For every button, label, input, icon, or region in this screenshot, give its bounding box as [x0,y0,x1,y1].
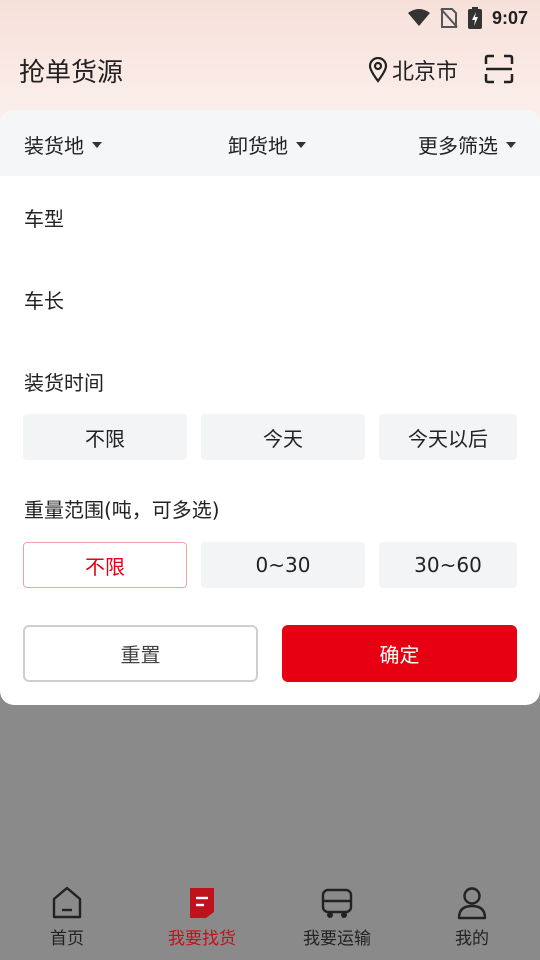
caret-down-icon [506,141,516,148]
load-time-option[interactable]: 今天以后 [379,414,517,460]
load-time-option[interactable]: 不限 [23,414,187,460]
caret-down-icon [296,141,306,148]
load-time-option[interactable]: 今天 [201,414,365,460]
location-selector[interactable]: 北京市 [368,54,458,86]
nav-label: 我要运输 [303,929,371,949]
tab-unloading-place[interactable]: 卸货地 [228,130,306,159]
truck-icon [321,888,353,918]
tab-more-filters[interactable]: 更多筛选 [418,130,516,159]
nav-item-transport[interactable]: 我要运输 [282,886,392,949]
filter-panel: 装货地 卸货地 更多筛选 车型 车长 装货时间 不限 今天 今天以后 重量范围(… [0,110,540,705]
weight-option[interactable]: 0~30 [201,542,365,588]
app-header: 抢单货源 北京市 [0,44,540,96]
wifi-icon [407,9,430,26]
nav-item-find-goods[interactable]: 我要找货 [147,886,257,949]
find-goods-icon [190,888,214,918]
scan-icon[interactable] [484,54,514,84]
location-label: 北京市 [392,60,459,85]
confirm-button[interactable]: 确定 [282,625,517,682]
page-title: 抢单货源 [19,58,124,88]
weight-option[interactable]: 30~60 [379,542,517,588]
location-pin-icon [368,57,388,83]
vehicle-length-label: 车长 [24,289,64,313]
tab-loading-place[interactable]: 装货地 [24,130,102,159]
reset-button[interactable]: 重置 [23,625,258,682]
tab-label: 卸货地 [228,134,288,158]
nav-label: 我要找货 [168,929,236,949]
nav-label: 首页 [50,929,84,949]
vehicle-type-label: 车型 [24,207,64,231]
profile-icon [457,887,487,920]
clock: 9:07 [491,7,528,28]
nav-item-home[interactable]: 首页 [12,886,122,949]
nav-label: 我的 [455,929,489,949]
home-icon [52,886,82,919]
weight-option-selected[interactable]: 不限 [23,542,187,588]
tab-label: 装货地 [24,134,84,158]
filter-tab-bar: 装货地 卸货地 更多筛选 [0,110,540,176]
caret-down-icon [92,141,102,148]
battery-icon [467,7,482,29]
status-bar: 9:07 [0,0,540,36]
no-sim-icon [440,8,458,28]
load-time-label: 装货时间 [24,371,104,395]
weight-range-label: 重量范围(吨，可多选) [24,498,220,522]
tab-label: 更多筛选 [418,134,498,158]
bottom-nav: 首页 我要找货 我要运输 我的 [0,870,540,960]
nav-item-profile[interactable]: 我的 [417,886,527,949]
